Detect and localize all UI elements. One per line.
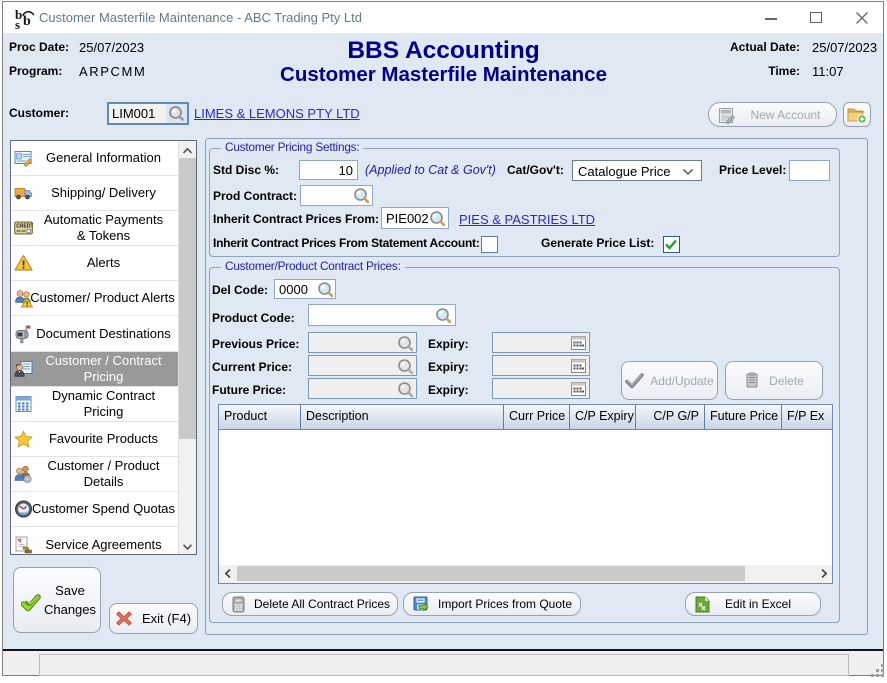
svg-text:s: s bbox=[15, 17, 20, 30]
svg-text:b: b bbox=[23, 14, 31, 29]
